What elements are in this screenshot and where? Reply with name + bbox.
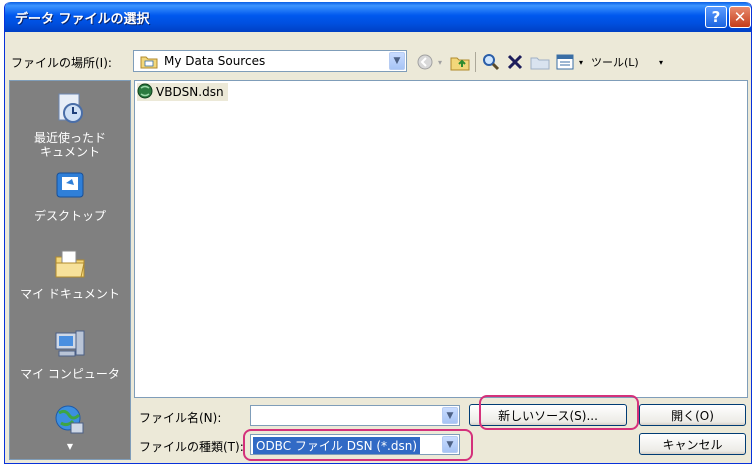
place-label: 最近使ったド キュメント	[33, 131, 106, 159]
network-places-icon	[53, 403, 87, 440]
close-button[interactable]: ✕	[729, 6, 751, 28]
chevron-down-icon[interactable]: ▼	[442, 407, 458, 424]
place-my-computer[interactable]: マイ コンピュータ	[10, 327, 130, 381]
open-label: 開く(O)	[671, 408, 714, 423]
scroll-down-arrow-icon[interactable]: ▼	[67, 442, 73, 451]
file-dialog: データ ファイルの選択 ? ✕ ファイルの場所(I): My Data Sour…	[4, 2, 752, 464]
view-dropdown-arrow-icon[interactable]: ▾	[577, 54, 585, 70]
help-button[interactable]: ?	[705, 6, 727, 28]
file-type-label: ファイルの種類(T):	[139, 440, 244, 454]
look-in-label: ファイルの場所(I):	[11, 56, 112, 70]
tools-menu[interactable]: ツール(L)	[591, 54, 639, 70]
file-name: VBDSN.dsn	[156, 85, 224, 99]
dropdown-arrow-icon[interactable]: ▾	[436, 54, 444, 70]
tools-dropdown-arrow-icon[interactable]: ▾	[657, 54, 665, 70]
desktop-icon	[53, 169, 87, 206]
place-recent-documents[interactable]: 最近使ったド キュメント	[10, 91, 130, 159]
place-label: デスクトップ	[33, 209, 106, 223]
window-title: データ ファイルの選択	[15, 12, 150, 27]
my-computer-icon	[53, 327, 87, 364]
file-item[interactable]: VBDSN.dsn	[137, 83, 228, 101]
place-desktop[interactable]: デスクトップ	[10, 169, 130, 223]
place-my-documents[interactable]: マイ ドキュメント	[10, 247, 130, 301]
back-icon[interactable]	[415, 52, 435, 72]
look-in-combo[interactable]: My Data Sources ▼	[133, 50, 407, 72]
file-name-input[interactable]: ▼	[250, 405, 460, 426]
search-icon[interactable]	[481, 52, 501, 72]
new-folder-icon[interactable]	[529, 52, 551, 72]
chevron-down-icon[interactable]: ▼	[389, 52, 405, 70]
cancel-button[interactable]: キャンセル	[639, 433, 746, 455]
file-list[interactable]: VBDSN.dsn	[134, 80, 748, 398]
look-in-value: My Data Sources	[164, 54, 266, 68]
places-bar: 最近使ったド キュメント デスクトップ マイ ドキュメント マイ コンピュータ …	[9, 80, 131, 460]
file-name-label: ファイル名(N):	[139, 411, 222, 425]
view-menu-icon[interactable]	[555, 52, 575, 72]
title-bar[interactable]: データ ファイルの選択 ? ✕	[5, 2, 751, 32]
new-source-highlight	[479, 395, 639, 430]
dsn-file-icon	[137, 83, 153, 102]
recent-documents-icon	[53, 91, 87, 128]
my-documents-icon	[53, 247, 87, 284]
place-network[interactable]: ▼	[10, 403, 130, 451]
file-type-highlight	[243, 429, 473, 461]
place-label: マイ コンピュータ	[20, 367, 120, 381]
delete-icon[interactable]	[505, 52, 525, 72]
up-folder-icon[interactable]	[449, 52, 471, 72]
open-button[interactable]: 開く(O)	[639, 404, 746, 426]
cancel-label: キャンセル	[662, 437, 723, 452]
place-label: マイ ドキュメント	[20, 287, 120, 301]
toolbar-separator	[475, 52, 476, 72]
folder-icon	[140, 54, 158, 72]
